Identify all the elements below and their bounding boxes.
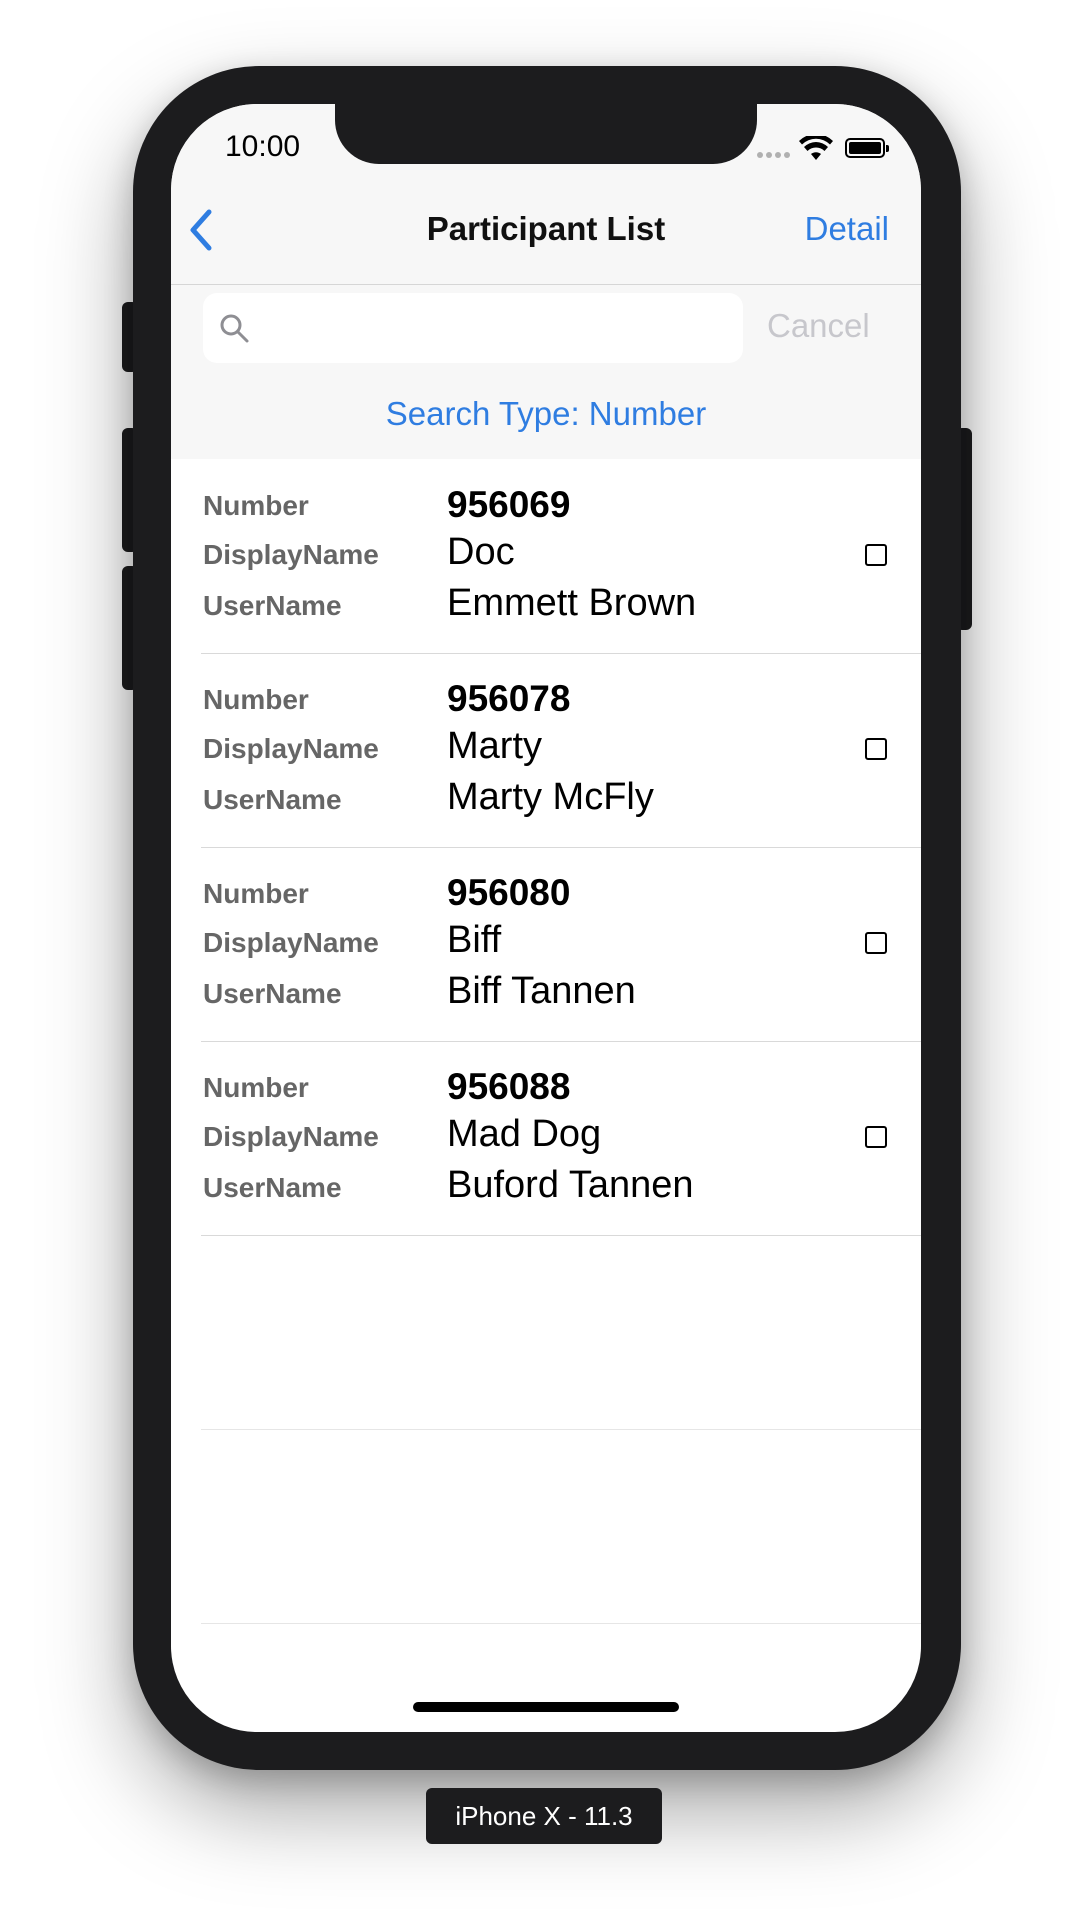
participant-row[interactable]: Number DisplayName UserName 956069 Doc E… <box>171 460 921 654</box>
select-checkbox[interactable] <box>865 544 887 566</box>
participant-user-name: Marty McFly <box>447 776 654 818</box>
search-bar: Cancel Search Type: Number <box>171 285 921 459</box>
number-label: Number <box>203 684 309 715</box>
user-name-label: UserName <box>203 978 342 1009</box>
select-checkbox[interactable] <box>865 1126 887 1148</box>
battery-icon <box>845 138 889 158</box>
number-label: Number <box>203 490 309 521</box>
display-name-label: DisplayName <box>203 1121 379 1152</box>
user-name-label: UserName <box>203 590 342 621</box>
home-indicator[interactable] <box>413 1702 679 1712</box>
participant-row[interactable]: Number DisplayName UserName 956080 Biff … <box>171 848 921 1042</box>
simulator-scene: 10:00 Participant List Detail Cancel Sea… <box>0 0 1090 1928</box>
select-checkbox[interactable] <box>865 738 887 760</box>
participant-display-name: Doc <box>447 531 515 573</box>
participant-number: 956080 <box>447 872 571 913</box>
cellular-signal-icon <box>757 152 790 158</box>
participant-number: 956069 <box>447 484 571 525</box>
participant-display-name: Marty <box>447 725 542 767</box>
user-name-label: UserName <box>203 784 342 815</box>
detail-button[interactable]: Detail <box>805 210 889 248</box>
number-label: Number <box>203 1072 309 1103</box>
screen: 10:00 Participant List Detail Cancel Sea… <box>171 104 921 1732</box>
display-name-label: DisplayName <box>203 539 379 570</box>
wifi-icon <box>799 136 833 160</box>
participant-number: 956088 <box>447 1066 571 1107</box>
participant-display-name: Biff <box>447 919 502 961</box>
empty-list-row <box>171 1236 921 1430</box>
participant-row[interactable]: Number DisplayName UserName 956078 Marty… <box>171 654 921 848</box>
cancel-button[interactable]: Cancel <box>767 307 870 345</box>
empty-list-row <box>171 1430 921 1624</box>
display-name-label: DisplayName <box>203 733 379 764</box>
participant-row[interactable]: Number DisplayName UserName 956088 Mad D… <box>171 1042 921 1236</box>
number-label: Number <box>203 878 309 909</box>
search-icon <box>220 314 249 343</box>
participant-user-name: Buford Tannen <box>447 1164 694 1206</box>
participant-list: Number DisplayName UserName 956069 Doc E… <box>171 460 921 1624</box>
navigation-bar: Participant List Detail <box>171 178 921 285</box>
device-label: iPhone X - 11.3 <box>426 1788 662 1844</box>
participant-user-name: Biff Tannen <box>447 970 636 1012</box>
participant-display-name: Mad Dog <box>447 1113 602 1155</box>
participant-number: 956078 <box>447 678 571 719</box>
select-checkbox[interactable] <box>865 932 887 954</box>
notch <box>335 104 757 164</box>
display-name-label: DisplayName <box>203 927 379 958</box>
search-field[interactable] <box>203 293 743 363</box>
search-input[interactable] <box>261 305 725 353</box>
search-type-button[interactable]: Search Type: Number <box>171 395 921 433</box>
user-name-label: UserName <box>203 1172 342 1203</box>
status-time: 10:00 <box>225 130 301 163</box>
participant-user-name: Emmett Brown <box>447 582 697 624</box>
